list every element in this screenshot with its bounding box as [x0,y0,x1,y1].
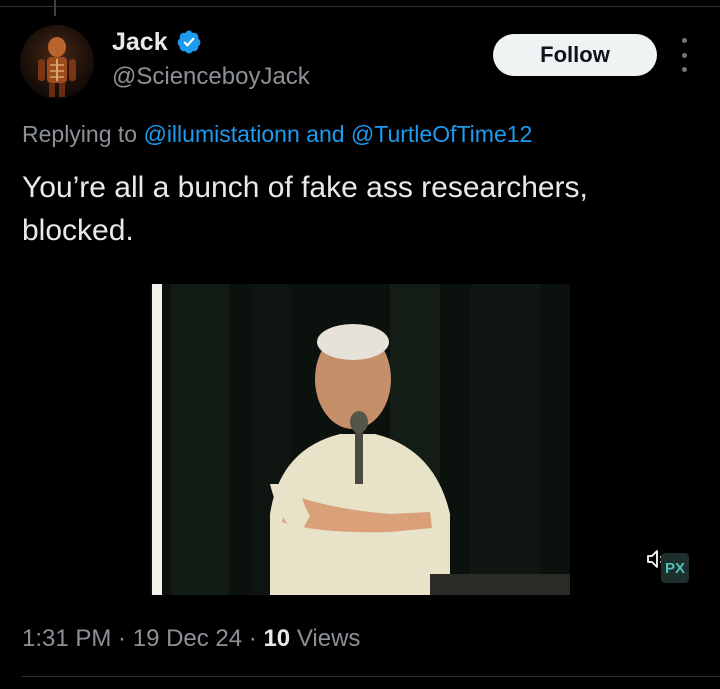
meta-separator: · [242,625,264,652]
video-player[interactable] [150,284,570,595]
more-dot [681,52,687,58]
mention-joiner[interactable]: and [300,121,351,147]
thread-connector-line [54,0,56,16]
mention-link[interactable]: @TurtleOfTime12 [351,121,532,147]
top-divider [0,6,720,7]
views-label: Views [290,625,361,652]
verified-badge-icon [177,30,200,54]
avatar-image [38,37,76,97]
px-watermark-badge: PX [661,553,689,583]
views-count: 10 [263,625,291,652]
author-handle[interactable]: @ScienceboyJack [112,62,310,92]
more-dot [681,38,687,43]
bottom-divider [22,676,720,677]
avatar[interactable] [20,25,94,99]
more-dot [681,67,687,72]
reply-prefix: Replying to [22,121,144,147]
author-display-name[interactable]: Jack [112,27,168,57]
tweet-meta: 1:31 PM · 19 Dec 24 · 10 Views [22,624,360,654]
mention-link[interactable]: @illumistationn [143,121,299,147]
follow-button[interactable]: Follow [493,34,657,76]
video-frame [150,284,570,595]
reply-context: Replying to @illumistationn and @TurtleO… [22,119,532,149]
author-name-row: Jack [112,27,202,57]
more-dots-icon[interactable] [676,38,692,72]
meta-separator: · [111,625,133,652]
tweet-date[interactable]: 19 Dec 24 [133,625,242,652]
tweet-text: You’re all a bunch of fake ass researche… [22,171,588,247]
tweet-time[interactable]: 1:31 PM [22,625,111,652]
